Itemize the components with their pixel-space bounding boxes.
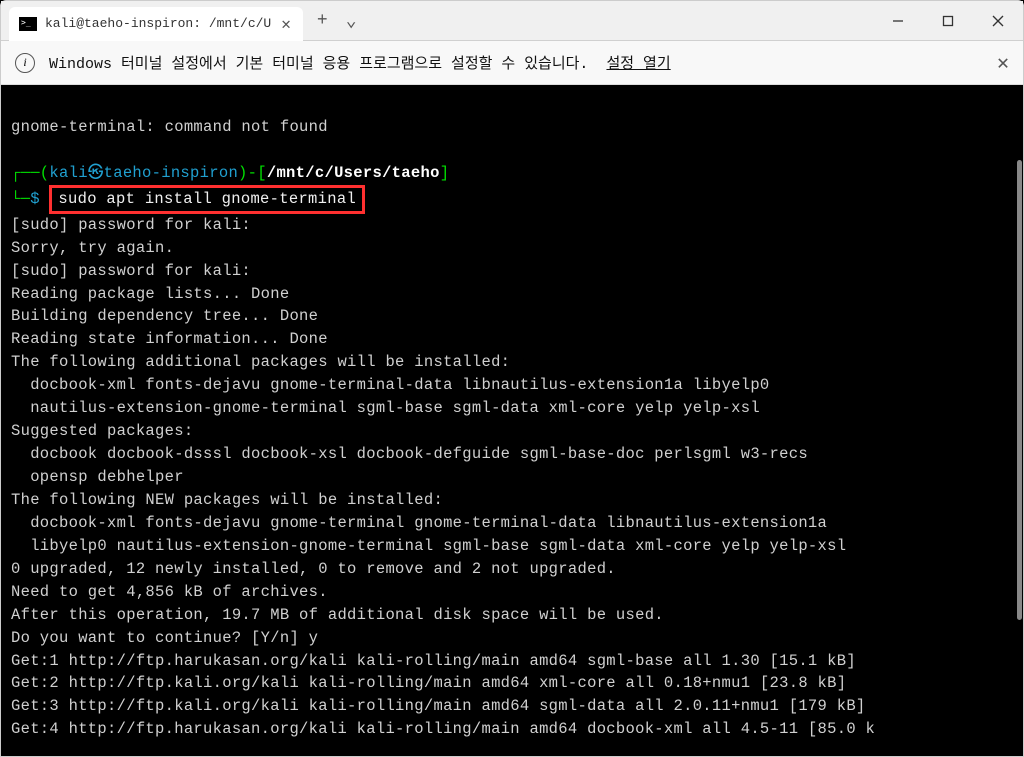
info-icon: i — [15, 53, 35, 73]
output-line: docbook-xml fonts-dejavu gnome-terminal … — [11, 514, 827, 532]
output-line: [sudo] password for kali: — [11, 262, 251, 280]
output-line: Get:3 http://ftp.kali.org/kali kali-roll… — [11, 697, 866, 715]
output-line: Reading package lists... Done — [11, 285, 289, 303]
prompt-paren: )-[ — [238, 164, 267, 182]
output-line: Do you want to continue? [Y/n] y — [11, 629, 318, 647]
infobar-close-icon[interactable]: ✕ — [997, 50, 1009, 76]
command-highlight: sudo apt install gnome-terminal — [49, 185, 365, 214]
output-line: nautilus-extension-gnome-terminal sgml-b… — [11, 399, 760, 417]
output-line: opensp debhelper — [11, 468, 184, 486]
output-line: Suggested packages: — [11, 422, 193, 440]
maximize-button[interactable] — [923, 1, 973, 40]
prompt-close: ] — [440, 164, 450, 182]
terminal-output[interactable]: gnome-terminal: command not found ┌──(ka… — [1, 85, 1023, 756]
output-line: Get:4 http://ftp.harukasan.org/kali kali… — [11, 720, 875, 738]
window-titlebar: kali@taeho-inspiron: /mnt/c/U ✕ + ⌄ — [1, 1, 1023, 41]
prompt-path: /mnt/c/Users/taeho — [267, 164, 440, 182]
output-line: docbook docbook-dsssl docbook-xsl docboo… — [11, 445, 808, 463]
minimize-button[interactable] — [873, 1, 923, 40]
output-line: Get:2 http://ftp.kali.org/kali kali-roll… — [11, 674, 846, 692]
prompt-user: kali — [49, 164, 87, 182]
output-line: Reading state information... Done — [11, 330, 328, 348]
info-text-content: Windows 터미널 설정에서 기본 터미널 응용 프로그램으로 설정할 수 … — [49, 56, 588, 73]
output-line: Building dependency tree... Done — [11, 307, 318, 325]
window-controls — [873, 1, 1023, 40]
command-text: sudo apt install gnome-terminal — [58, 190, 356, 208]
terminal-icon — [19, 17, 37, 31]
tab-dropdown-icon[interactable]: ⌄ — [346, 10, 357, 32]
prompt-host: taeho-inspiron — [104, 164, 238, 182]
output-line: The following additional packages will b… — [11, 353, 510, 371]
output-line: The following NEW packages will be insta… — [11, 491, 443, 509]
new-tab-button[interactable]: + — [317, 11, 328, 31]
info-link[interactable]: 설정 열기 — [606, 56, 670, 73]
prompt-line-2: └─ — [11, 190, 30, 208]
output-line: gnome-terminal: command not found — [11, 118, 328, 136]
scrollbar[interactable] — [1017, 160, 1022, 755]
output-line: Get:1 http://ftp.harukasan.org/kali kali… — [11, 652, 856, 670]
output-line: docbook-xml fonts-dejavu gnome-terminal-… — [11, 376, 770, 394]
prompt-line-1: ┌──( — [11, 164, 49, 182]
tab-actions: + ⌄ — [317, 10, 357, 32]
prompt-symbol: $ — [30, 190, 40, 208]
output-line: Sorry, try again. — [11, 239, 174, 257]
scrollbar-thumb[interactable] — [1017, 160, 1022, 620]
output-line: Need to get 4,856 kB of archives. — [11, 583, 328, 601]
output-line: [sudo] password for kali: — [11, 216, 251, 234]
prompt-separator-icon: ㉿ — [88, 164, 104, 182]
output-line: libyelp0 nautilus-extension-gnome-termin… — [11, 537, 846, 555]
output-line: 0 upgraded, 12 newly installed, 0 to rem… — [11, 560, 616, 578]
output-line: After this operation, 19.7 MB of additio… — [11, 606, 664, 624]
terminal-tab[interactable]: kali@taeho-inspiron: /mnt/c/U ✕ — [9, 7, 303, 41]
info-bar: i Windows 터미널 설정에서 기본 터미널 응용 프로그램으로 설정할 … — [1, 41, 1023, 85]
info-message: Windows 터미널 설정에서 기본 터미널 응용 프로그램으로 설정할 수 … — [49, 52, 671, 73]
close-tab-icon[interactable]: ✕ — [279, 14, 293, 34]
tab-title: kali@taeho-inspiron: /mnt/c/U — [45, 16, 271, 31]
close-window-button[interactable] — [973, 1, 1023, 40]
